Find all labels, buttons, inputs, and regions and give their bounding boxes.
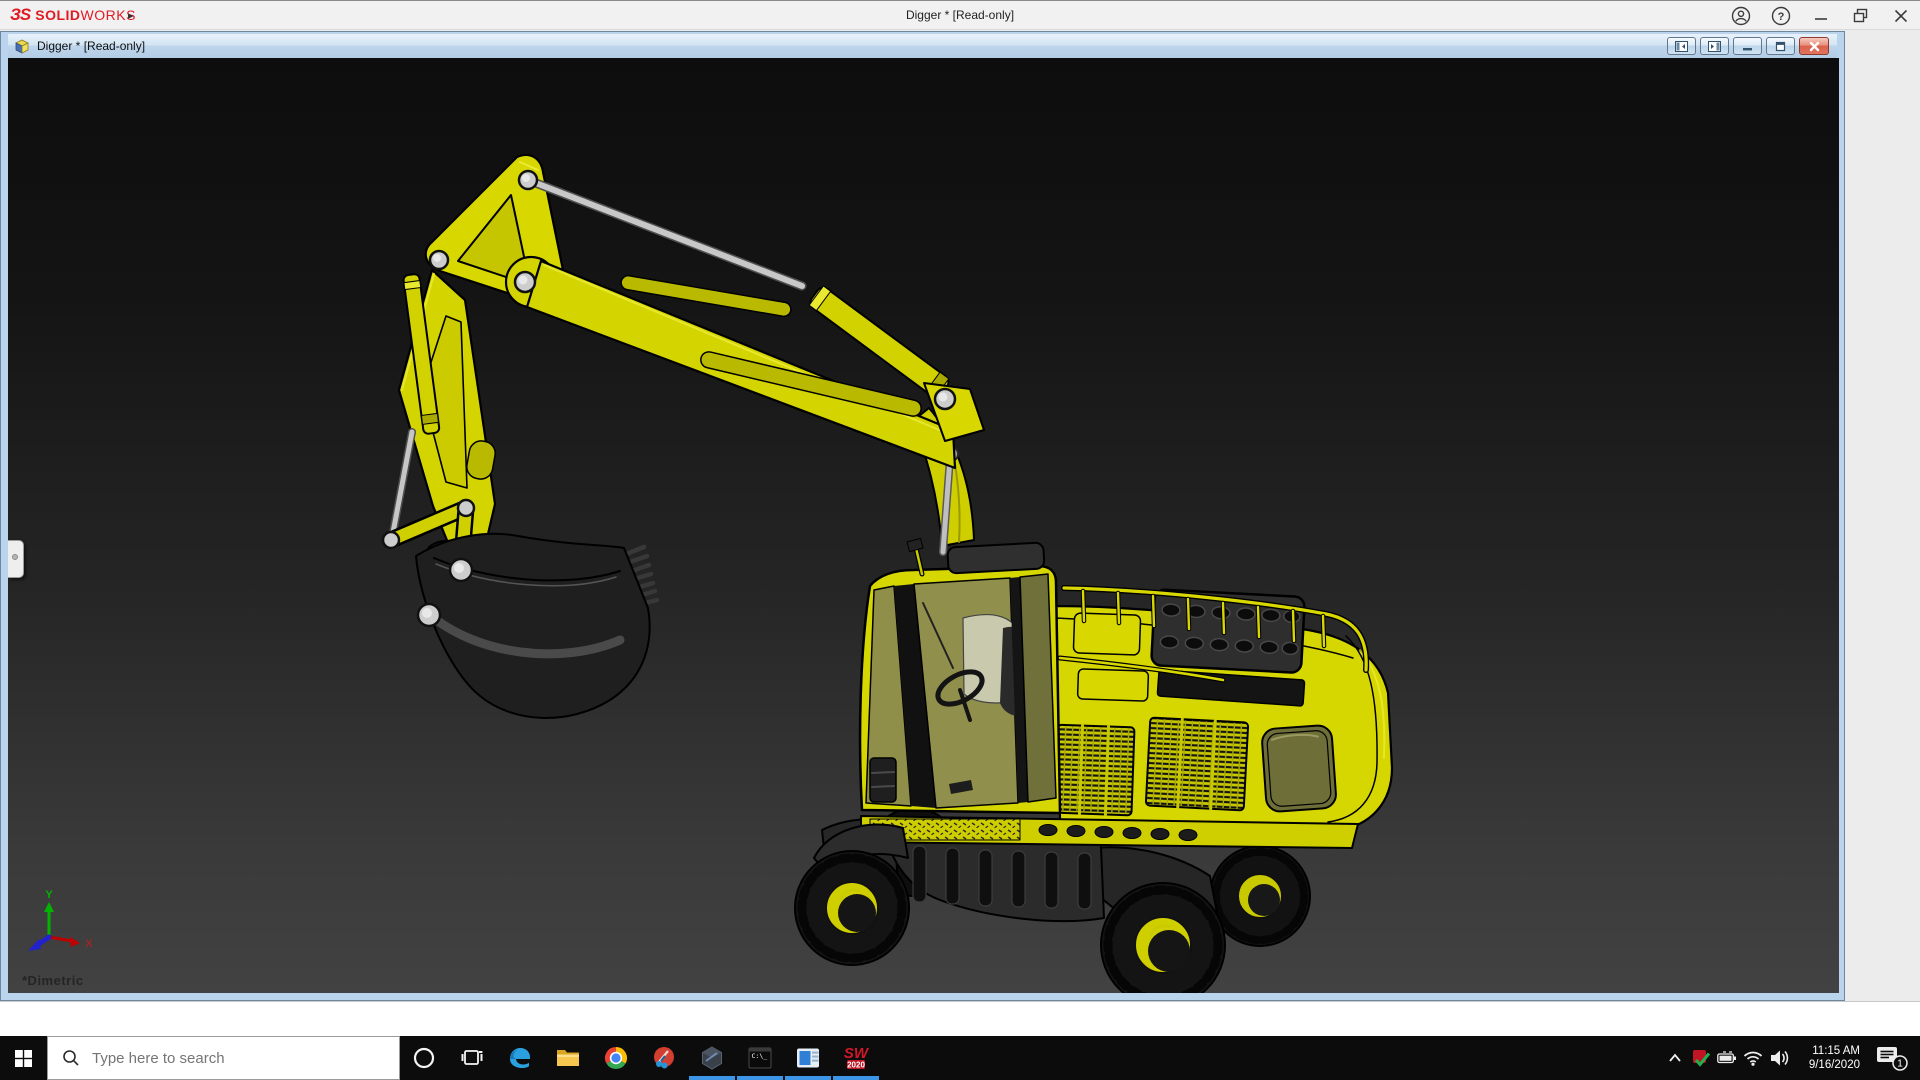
taskbar-clock[interactable]: 11:15 AM 9/16/2020 (1794, 1044, 1864, 1072)
part-bucket[interactable] (416, 534, 657, 718)
view-orientation-label: *Dimetric (22, 973, 84, 988)
hidden-icons-chevron[interactable] (1662, 1036, 1688, 1080)
screen: ЗS SOLID WORKS ▸ Digger * [Read-only] ? (0, 0, 1920, 1080)
doc-close-button[interactable] (1799, 37, 1829, 55)
battery-icon[interactable] (1714, 1036, 1740, 1080)
close-button[interactable] (1888, 4, 1914, 28)
svg-text:?: ? (1778, 11, 1785, 23)
digger-model[interactable]: Y X (8, 58, 1839, 993)
notification-badge: 1 (1897, 1059, 1903, 1070)
triad-y-label: Y (45, 889, 53, 901)
tray-time: 11:15 AM (1794, 1044, 1860, 1058)
assembly-document-icon (14, 38, 30, 54)
app-titlebar: ЗS SOLID WORKS ▸ Digger * [Read-only] ? (0, 0, 1920, 30)
command-prompt-icon[interactable]: C:\_ (736, 1036, 784, 1080)
snip-tool-icon[interactable] (640, 1036, 688, 1080)
graphics-viewport[interactable]: Y X *Dimetric (8, 58, 1839, 993)
task-view-button[interactable] (448, 1036, 496, 1080)
doc-restore-button[interactable] (1766, 37, 1795, 55)
orientation-triad: Y X (28, 889, 93, 951)
remote-app-icon[interactable] (784, 1036, 832, 1080)
app-title: Digger * [Read-only] (0, 8, 1920, 22)
cortana-button[interactable] (400, 1036, 448, 1080)
chrome-icon[interactable] (592, 1036, 640, 1080)
svg-text:C:\_: C:\_ (752, 1052, 768, 1060)
featuremanager-collapsed-tab[interactable] (8, 540, 24, 578)
search-input[interactable] (90, 1049, 340, 1068)
edge-icon[interactable] (496, 1036, 544, 1080)
running-indicator (785, 1076, 831, 1080)
help-icon[interactable]: ? (1768, 4, 1794, 28)
solidworks-resource-monitor-icon[interactable] (1688, 1036, 1714, 1080)
svg-text:SW: SW (844, 1045, 870, 1062)
file-explorer-icon[interactable] (544, 1036, 592, 1080)
show-right-pane-button[interactable] (1700, 37, 1729, 55)
restore-button[interactable] (1848, 4, 1874, 28)
search-icon (62, 1049, 80, 1067)
part-cab[interactable] (860, 538, 1060, 813)
doc-minimize-button[interactable] (1733, 37, 1762, 55)
document-titlebar[interactable]: Digger * [Read-only] (8, 34, 1837, 58)
part-upper-body[interactable] (1054, 588, 1392, 830)
show-left-pane-button[interactable] (1667, 37, 1696, 55)
svg-text:2020: 2020 (847, 1061, 865, 1070)
account-icon[interactable] (1728, 4, 1754, 28)
splitter-dot (12, 554, 18, 560)
wifi-icon[interactable] (1740, 1036, 1766, 1080)
volume-icon[interactable] (1766, 1036, 1794, 1080)
minimize-button[interactable] (1808, 4, 1834, 28)
taskbar: C:\_ SW 2020 (0, 1036, 1920, 1080)
solidworks-2020-icon[interactable]: SW 2020 (832, 1036, 880, 1080)
edrawings-icon[interactable] (688, 1036, 736, 1080)
document-title: Digger * [Read-only] (37, 39, 145, 53)
running-indicator (737, 1076, 783, 1080)
tray-date: 9/16/2020 (1794, 1058, 1860, 1072)
running-indicator (833, 1076, 879, 1080)
start-button[interactable] (0, 1036, 47, 1080)
document-window: Digger * [Read-only] (0, 31, 1845, 1001)
system-tray: 11:15 AM 9/16/2020 1 (1662, 1036, 1920, 1080)
status-bar (0, 1001, 1920, 1036)
taskbar-search-box[interactable] (47, 1036, 400, 1080)
action-center-icon[interactable]: 1 (1864, 1036, 1920, 1080)
running-indicator (689, 1076, 735, 1080)
triad-x-label: X (85, 938, 93, 950)
